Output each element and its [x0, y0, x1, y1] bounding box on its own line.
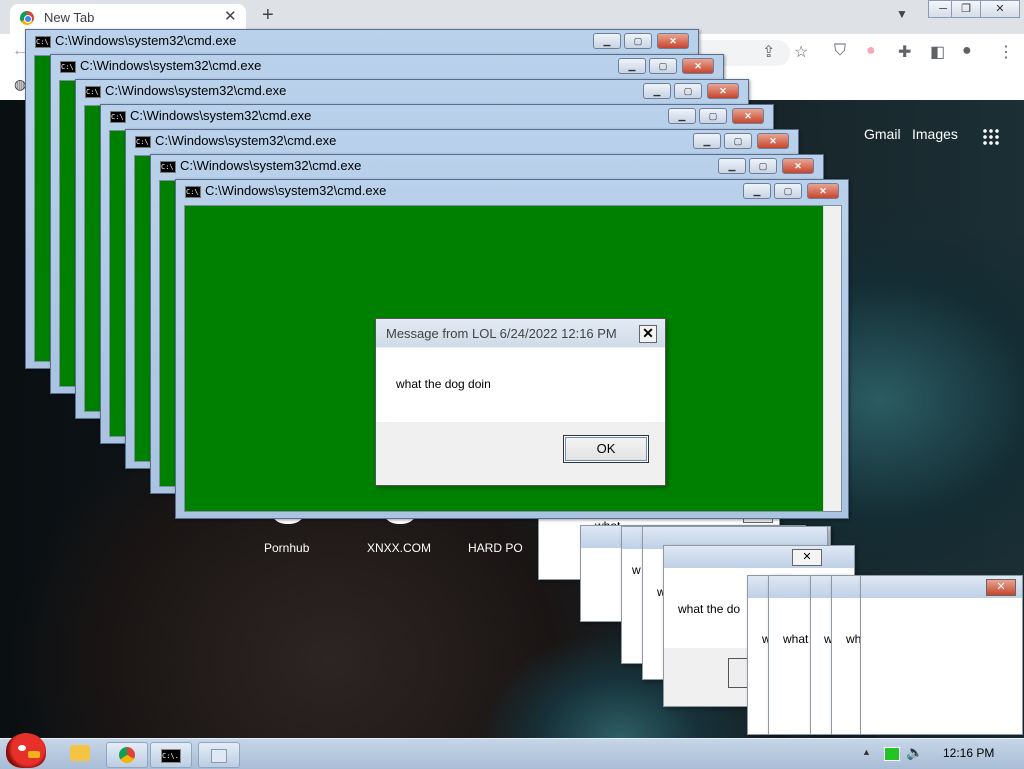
- network-icon[interactable]: [884, 747, 900, 761]
- close-button[interactable]: ✕: [807, 183, 839, 199]
- close-button[interactable]: ✕: [682, 58, 714, 74]
- new-tab-button[interactable]: +: [262, 5, 274, 25]
- extensions-puzzle-icon[interactable]: ✚: [898, 42, 911, 62]
- maximize-button[interactable]: ▢: [774, 183, 802, 199]
- extension-flag-icon[interactable]: ●: [866, 42, 876, 60]
- angry-bird-start-icon[interactable]: [6, 733, 46, 768]
- window-title: C:\Windows\system32\cmd.exe: [155, 133, 337, 148]
- cmd-icon: C:\.: [110, 111, 126, 123]
- maximize-button[interactable]: ▢: [649, 58, 677, 74]
- taskbar-chrome-button[interactable]: [106, 742, 148, 768]
- tab-title: New Tab: [44, 10, 95, 25]
- close-button[interactable]: ✕: [657, 33, 689, 49]
- shortcut-label[interactable]: XNXX.COM: [367, 541, 431, 555]
- share-icon[interactable]: ⇪: [762, 42, 775, 62]
- cmd-icon: C:\.: [35, 36, 51, 48]
- ublock-shield-icon[interactable]: ⛉: [834, 42, 846, 60]
- taskbar-cmd-button[interactable]: C:\.: [150, 742, 192, 768]
- cmd-icon: C:\.: [85, 86, 101, 98]
- window-title: C:\Windows\system32\cmd.exe: [80, 58, 262, 73]
- file-explorer-icon[interactable]: [70, 745, 90, 761]
- images-link[interactable]: Images: [912, 126, 958, 142]
- minimize-button[interactable]: ▁: [693, 133, 721, 149]
- minimize-button[interactable]: ▁: [593, 33, 621, 49]
- cmd-icon: C:\.: [161, 749, 181, 763]
- profile-avatar-icon[interactable]: ●: [962, 42, 972, 60]
- message-box: ✕: [860, 575, 1023, 735]
- window-title: C:\Windows\system32\cmd.exe: [55, 33, 237, 48]
- side-panel-icon[interactable]: ◧: [930, 42, 945, 62]
- more-menu-icon[interactable]: ⋮: [998, 42, 1014, 62]
- chrome-favicon-icon: [20, 11, 34, 25]
- message-text: w: [632, 563, 641, 577]
- tab-close-icon[interactable]: ✕: [224, 7, 237, 25]
- close-button[interactable]: ✕: [707, 83, 739, 99]
- cmd-icon: C:\.: [185, 186, 201, 198]
- window-title: C:\Windows\system32\cmd.exe: [130, 108, 312, 123]
- cmd-icon: C:\.: [60, 61, 76, 73]
- maximize-button[interactable]: ▢: [749, 158, 777, 174]
- clock[interactable]: 12:16 PM: [943, 746, 994, 760]
- dialog-title: Message from LOL 6/24/2022 12:16 PM: [386, 326, 617, 341]
- google-apps-grid-icon[interactable]: [982, 128, 1000, 146]
- maximize-button[interactable]: ▢: [624, 33, 652, 49]
- close-button[interactable]: ✕: [792, 549, 822, 566]
- close-button[interactable]: ✕: [757, 133, 789, 149]
- message-text: what the do: [678, 602, 741, 616]
- bookmark-star-icon[interactable]: ☆: [794, 42, 808, 62]
- message-text: what: [783, 632, 809, 646]
- window-title: C:\Windows\system32\cmd.exe: [105, 83, 287, 98]
- window-restore-button[interactable]: ❐: [951, 0, 981, 18]
- bird-eye-icon: [18, 745, 26, 751]
- window-title: C:\Windows\system32\cmd.exe: [180, 158, 362, 173]
- volume-icon[interactable]: 🔈: [906, 744, 923, 761]
- window-icon: [211, 749, 227, 763]
- minimize-button[interactable]: ▁: [618, 58, 646, 74]
- chrome-icon: [119, 747, 135, 763]
- shortcut-label[interactable]: HARD PO: [468, 541, 523, 555]
- close-button[interactable]: ✕: [782, 158, 814, 174]
- tab-search-chevron-icon[interactable]: ▼: [896, 7, 908, 21]
- window-title: C:\Windows\system32\cmd.exe: [205, 183, 387, 198]
- maximize-button[interactable]: ▢: [724, 133, 752, 149]
- cmd-icon: C:\.: [135, 136, 151, 148]
- gmail-link[interactable]: Gmail: [864, 126, 901, 142]
- window-close-button[interactable]: ✕: [980, 0, 1020, 18]
- cmd-icon: C:\.: [160, 161, 176, 173]
- minimize-button[interactable]: ▁: [718, 158, 746, 174]
- close-button[interactable]: ✕: [986, 579, 1016, 596]
- bird-beak-icon: [28, 751, 40, 758]
- title-bar: [664, 546, 854, 568]
- message-dialog: Message from LOL 6/24/2022 12:16 PM ✕ wh…: [375, 318, 666, 486]
- ok-button[interactable]: OK: [563, 435, 649, 463]
- dialog-title-bar: Message from LOL 6/24/2022 12:16 PM: [376, 319, 665, 347]
- vertical-scrollbar[interactable]: [823, 206, 841, 511]
- close-button[interactable]: ✕: [732, 108, 764, 124]
- minimize-button[interactable]: ▁: [643, 83, 671, 99]
- maximize-button[interactable]: ▢: [674, 83, 702, 99]
- shortcut-label[interactable]: Pornhub: [264, 541, 309, 555]
- maximize-button[interactable]: ▢: [699, 108, 727, 124]
- taskbar-msg-button[interactable]: [198, 742, 240, 768]
- minimize-button[interactable]: ▁: [743, 183, 771, 199]
- dialog-message-text: what the dog doin: [396, 377, 491, 391]
- tray-expand-icon[interactable]: ▲: [862, 747, 871, 757]
- dialog-close-button[interactable]: ✕: [639, 325, 657, 343]
- minimize-button[interactable]: ▁: [668, 108, 696, 124]
